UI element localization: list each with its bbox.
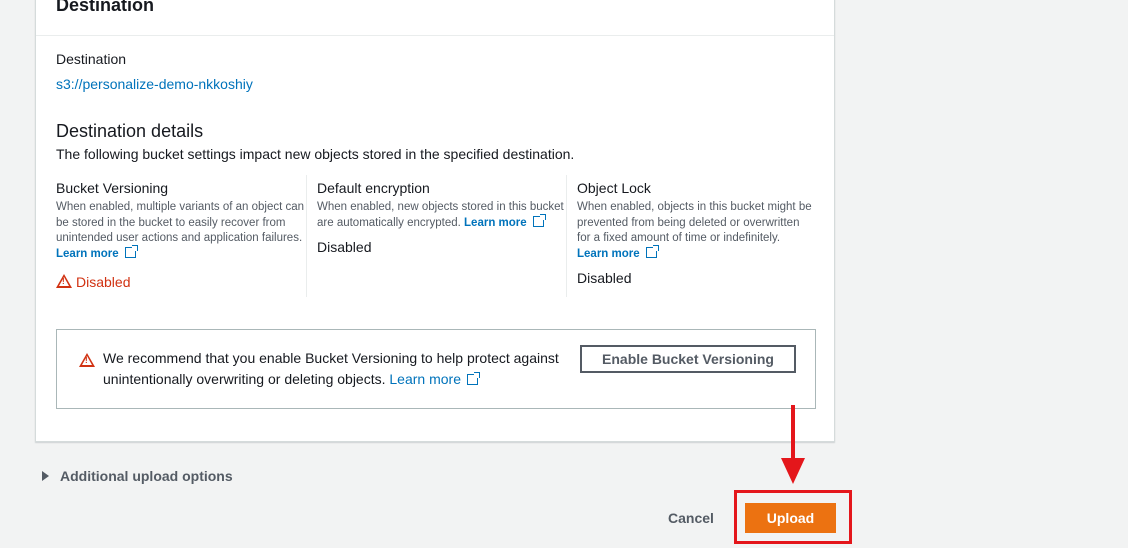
external-link-icon xyxy=(124,244,138,258)
destination-panel: Destination Destination s3://personalize… xyxy=(35,0,835,442)
learn-more-link[interactable]: Learn more xyxy=(389,371,480,387)
annotation-arrow-line xyxy=(791,405,795,460)
panel-header: Destination xyxy=(36,0,834,36)
destination-label: Destination xyxy=(56,51,127,67)
learn-more-link[interactable]: Learn more xyxy=(577,244,659,260)
external-link-icon xyxy=(645,244,659,258)
setting-description: When enabled, new objects stored in this… xyxy=(317,201,564,229)
destination-details-heading: Destination details xyxy=(56,121,204,141)
warning-icon xyxy=(56,274,72,288)
alert-message: We recommend that you enable Bucket Vers… xyxy=(103,350,559,387)
bucket-versioning-setting: Bucket Versioning When enabled, multiple… xyxy=(56,175,306,297)
learn-more-link[interactable]: Learn more xyxy=(56,244,138,260)
setting-description: When enabled, objects in this bucket mig… xyxy=(577,201,812,260)
upload-button[interactable]: Upload xyxy=(745,503,836,533)
enable-bucket-versioning-button[interactable]: Enable Bucket Versioning xyxy=(580,345,796,373)
setting-title: Bucket Versioning xyxy=(56,180,169,196)
external-link-icon xyxy=(466,372,480,385)
default-encryption-setting: Default encryption When enabled, new obj… xyxy=(306,175,566,297)
setting-description: When enabled, multiple variants of an ob… xyxy=(56,201,305,260)
additional-upload-options-toggle[interactable]: Additional upload options xyxy=(42,468,233,484)
setting-title: Object Lock xyxy=(577,180,651,196)
caret-right-icon xyxy=(42,471,49,481)
cancel-button[interactable]: Cancel xyxy=(660,505,722,531)
annotation-arrow-icon xyxy=(781,458,805,484)
status-value: Disabled xyxy=(577,270,632,286)
status-badge: Disabled xyxy=(56,274,306,290)
destination-link[interactable]: s3://personalize-demo-nkkoshiy xyxy=(56,76,253,92)
external-link-icon xyxy=(532,213,546,227)
panel-title: Destination xyxy=(56,0,155,15)
destination-details-description: The following bucket settings impact new… xyxy=(56,146,575,162)
object-lock-setting: Object Lock When enabled, objects in thi… xyxy=(566,175,816,297)
setting-title: Default encryption xyxy=(317,180,430,196)
learn-more-link[interactable]: Learn more xyxy=(464,213,546,229)
warning-icon xyxy=(79,353,95,367)
status-value: Disabled xyxy=(317,239,372,255)
versioning-warning-alert: We recommend that you enable Bucket Vers… xyxy=(56,329,816,409)
